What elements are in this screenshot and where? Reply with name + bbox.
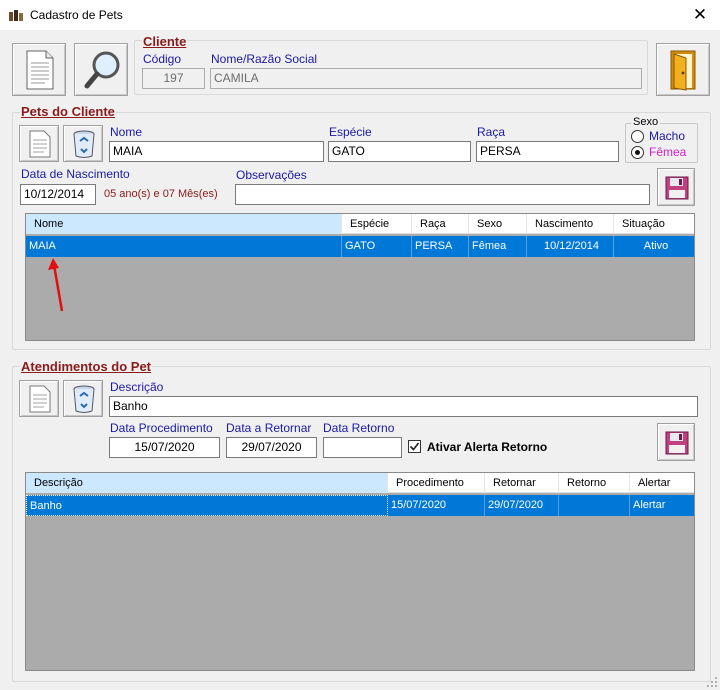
pet-row-raca: PERSA xyxy=(412,236,469,257)
pets-group-label: Pets do Cliente xyxy=(20,104,116,119)
pet-nome-label: Nome xyxy=(110,125,143,139)
pet-nome-field[interactable]: MAIA xyxy=(109,141,324,162)
especie-field[interactable]: GATO xyxy=(328,141,471,162)
atend-row-retornar: 29/07/2020 xyxy=(485,495,559,516)
window-title: Cadastro de Pets xyxy=(30,8,123,22)
data-procedimento-label: Data Procedimento xyxy=(110,421,213,435)
floppy-disk-icon xyxy=(665,176,689,200)
atend-row-alertar: Alertar xyxy=(630,495,694,516)
title-bar: Cadastro de Pets ✕ xyxy=(0,0,720,30)
nome-razao-social-field[interactable]: CAMILA xyxy=(210,68,642,89)
descricao-field[interactable]: Banho xyxy=(109,396,698,417)
data-a-retornar-label: Data a Retornar xyxy=(226,421,312,435)
save-atendimento-button[interactable] xyxy=(657,423,695,461)
observacoes-label: Observações xyxy=(236,168,307,182)
atend-row-descricao: Banho xyxy=(26,495,388,516)
codigo-label: Código xyxy=(143,52,182,66)
recycle-bin-icon xyxy=(73,385,95,413)
atend-col-procedimento[interactable]: Procedimento xyxy=(388,473,485,493)
atend-col-alertar[interactable]: Alertar xyxy=(630,473,694,493)
search-client-button[interactable] xyxy=(74,43,128,96)
delete-atendimento-button[interactable] xyxy=(63,380,103,417)
magnifier-icon xyxy=(84,51,120,89)
idade-text: 05 ano(s) e 07 Mês(es) xyxy=(104,188,218,200)
macho-radio[interactable] xyxy=(631,130,644,143)
pets-col-raca[interactable]: Raça xyxy=(412,214,469,234)
pet-row-nascimento: 10/12/2014 xyxy=(527,236,614,257)
pets-col-situacao[interactable]: Situação xyxy=(614,214,694,234)
pets-col-especie[interactable]: Espécie xyxy=(342,214,412,234)
close-button[interactable]: ✕ xyxy=(686,2,714,28)
new-pet-button[interactable] xyxy=(19,125,59,162)
document-icon xyxy=(26,50,54,90)
delete-pet-button[interactable] xyxy=(63,125,103,162)
pets-grid-header: Nome Espécie Raça Sexo Nascimento Situaç… xyxy=(26,214,694,234)
atend-row-procedimento: 15/07/2020 xyxy=(388,495,485,516)
cliente-group-label: Cliente xyxy=(142,34,188,49)
recycle-bin-icon xyxy=(73,130,95,158)
pet-row-especie: GATO xyxy=(342,236,412,257)
data-nascimento-field[interactable]: 10/12/2014 xyxy=(20,184,96,205)
codigo-field[interactable]: 197 xyxy=(142,68,205,89)
alerta-retorno-label: Ativar Alerta Retorno xyxy=(427,440,548,454)
femea-radio[interactable] xyxy=(631,146,644,159)
pet-row-nome: MAIA xyxy=(26,236,342,257)
app-icon xyxy=(9,10,23,21)
data-retorno-field[interactable] xyxy=(323,437,402,458)
door-exit-icon xyxy=(670,50,696,91)
resize-grip-icon[interactable] xyxy=(706,676,718,688)
data-procedimento-field[interactable]: 15/07/2020 xyxy=(109,437,220,458)
new-atendimento-button[interactable] xyxy=(19,380,59,417)
atend-col-descricao[interactable]: Descrição xyxy=(26,473,388,493)
especie-label: Espécie xyxy=(329,125,372,139)
observacoes-field[interactable] xyxy=(235,184,650,205)
data-nascimento-label: Data de Nascimento xyxy=(21,167,130,181)
red-arrow-annotation xyxy=(48,258,64,312)
raca-field[interactable]: PERSA xyxy=(476,141,619,162)
checkmark-icon xyxy=(409,442,420,451)
nome-razao-social-label: Nome/Razão Social xyxy=(211,52,318,66)
pets-col-sexo[interactable]: Sexo xyxy=(469,214,527,234)
pet-row-sexo: Fêmea xyxy=(469,236,527,257)
pet-row-situacao: Ativo xyxy=(614,236,694,257)
pets-grid: Nome Espécie Raça Sexo Nascimento Situaç… xyxy=(25,213,695,341)
atendimentos-group-label: Atendimentos do Pet xyxy=(20,359,153,374)
data-retorno-label: Data Retorno xyxy=(323,421,395,435)
macho-label: Macho xyxy=(649,129,686,143)
pets-col-nome[interactable]: Nome xyxy=(26,214,342,234)
table-row[interactable]: MAIA GATO PERSA Fêmea 10/12/2014 Ativo xyxy=(26,236,694,257)
atendimentos-grid-header: Descrição Procedimento Retornar Retorno … xyxy=(26,473,694,493)
exit-button[interactable] xyxy=(656,43,710,96)
document-icon xyxy=(29,385,51,413)
floppy-disk-icon xyxy=(665,431,689,455)
table-row[interactable]: Banho 15/07/2020 29/07/2020 Alertar xyxy=(26,495,694,516)
new-client-button[interactable] xyxy=(12,43,66,96)
atend-row-retorno xyxy=(559,495,630,516)
pets-col-nascimento[interactable]: Nascimento xyxy=(527,214,614,234)
atend-col-retornar[interactable]: Retornar xyxy=(485,473,559,493)
femea-label: Fêmea xyxy=(649,145,687,159)
sexo-label: Sexo xyxy=(631,116,661,128)
atend-col-retorno[interactable]: Retorno xyxy=(559,473,630,493)
atendimentos-grid: Descrição Procedimento Retornar Retorno … xyxy=(25,472,695,671)
raca-label: Raça xyxy=(477,125,506,139)
save-pet-button[interactable] xyxy=(657,168,695,206)
document-icon xyxy=(29,130,51,158)
alerta-retorno-checkbox[interactable] xyxy=(408,440,421,453)
descricao-label: Descrição xyxy=(110,380,164,394)
data-a-retornar-field[interactable]: 29/07/2020 xyxy=(226,437,317,458)
